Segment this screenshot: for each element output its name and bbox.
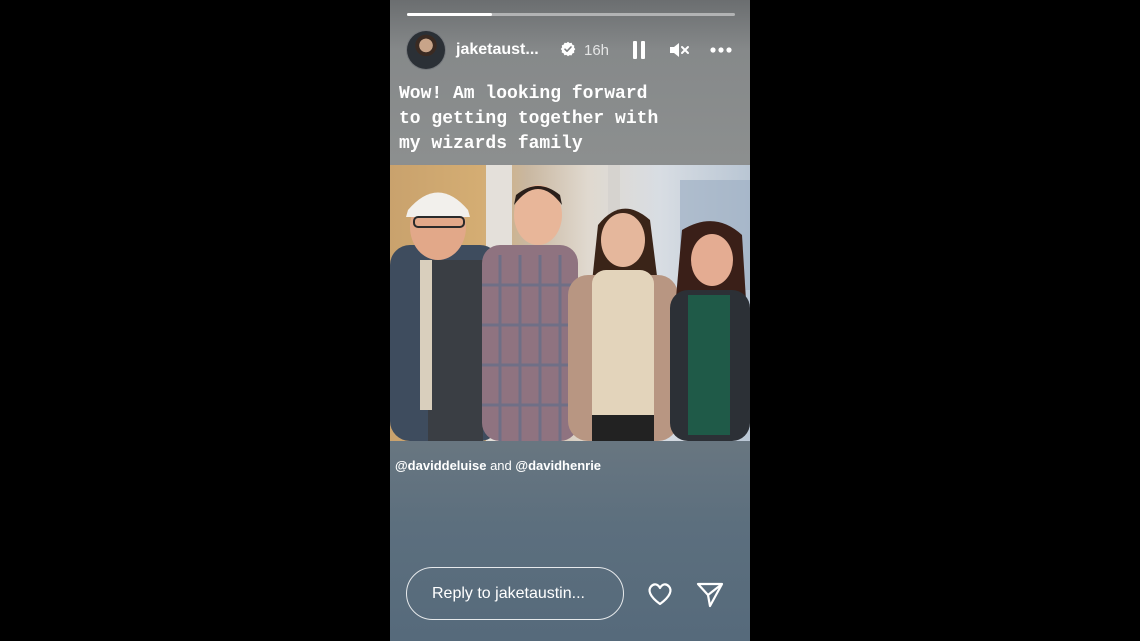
mention-daviddeluise[interactable]: @daviddeluise bbox=[395, 458, 486, 473]
story-caption: Wow! Am looking forward to getting toget… bbox=[399, 84, 659, 154]
mute-icon[interactable] bbox=[666, 38, 692, 62]
verified-badge-icon bbox=[560, 41, 576, 57]
group-photo-illustration bbox=[390, 165, 750, 441]
more-icon[interactable] bbox=[708, 38, 734, 62]
pause-icon[interactable] bbox=[626, 38, 652, 62]
post-time: 16h bbox=[584, 42, 610, 59]
story-progress-fill bbox=[407, 13, 493, 16]
send-icon[interactable] bbox=[695, 579, 725, 609]
username[interactable]: jaketaust... bbox=[456, 41, 539, 59]
story-progress-bar bbox=[407, 13, 735, 16]
mention-davidhenrie[interactable]: @davidhenrie bbox=[515, 458, 601, 473]
reply-input[interactable]: Reply to jaketaustin... bbox=[406, 567, 624, 620]
story-header: jaketaust... 16h bbox=[406, 30, 736, 70]
mention-row: @daviddeluise and @davidhenrie bbox=[395, 458, 601, 473]
avatar[interactable] bbox=[406, 30, 446, 70]
story-photo bbox=[390, 165, 750, 441]
heart-icon[interactable] bbox=[645, 579, 675, 609]
story-viewer: jaketaust... 16h Wow! Am looking forward… bbox=[390, 0, 750, 641]
mention-joiner: and bbox=[490, 458, 512, 473]
